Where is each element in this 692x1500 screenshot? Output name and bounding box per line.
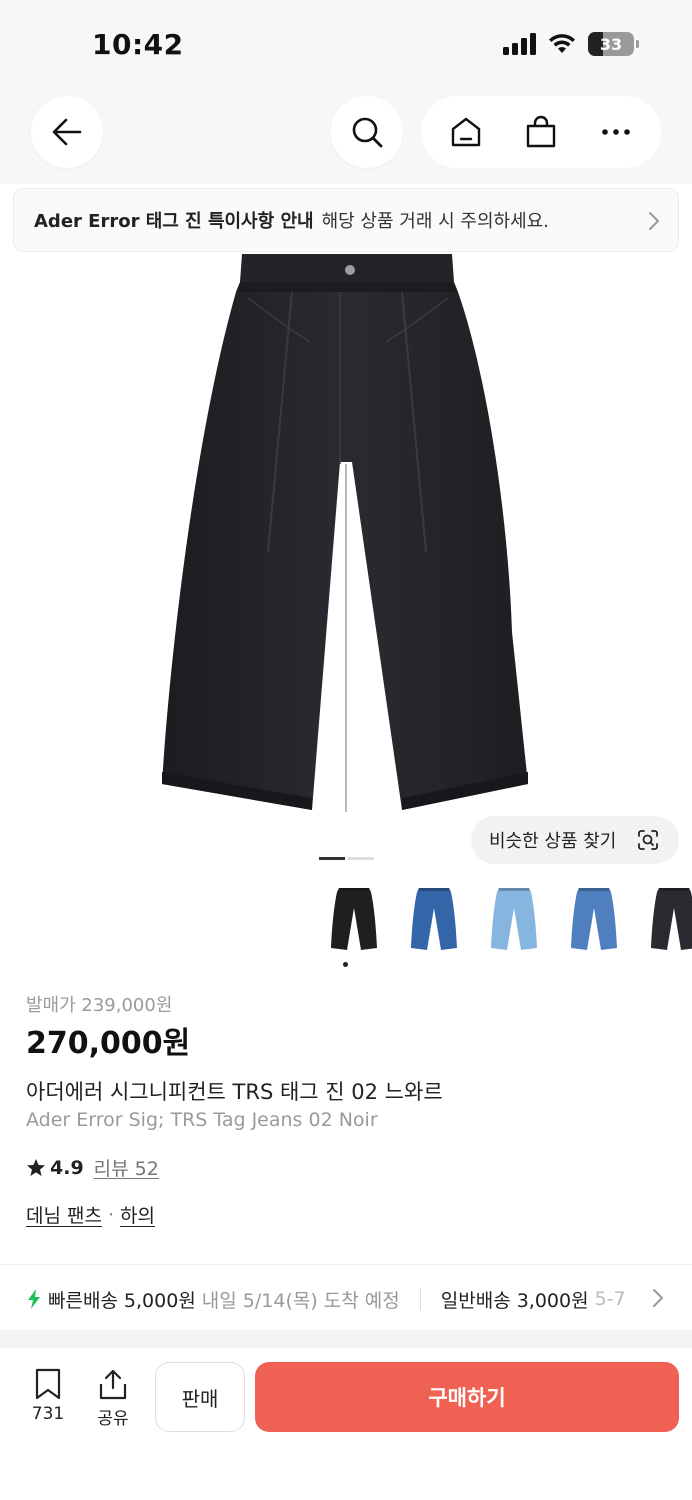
fast-shipping-price: 5,000원 [123,1289,196,1312]
page-indicator-inactive [348,857,374,860]
share-icon [99,1369,127,1400]
cellular-signal-icon [503,33,536,55]
variant-thumbnail-black-wash[interactable] [314,878,394,958]
normal-shipping-label: 일반배송 [440,1289,511,1312]
page-indicator-active [319,857,345,860]
product-photo-jeans [162,254,528,812]
normal-shipping-price: 3,000원 [516,1289,589,1312]
notice-text: 해당 상품 거래 시 주의하세요. [321,211,549,232]
chevron-right-icon [649,212,659,230]
star-icon [27,1158,45,1176]
search-icon [352,117,383,148]
more-horizontal-icon [601,129,630,135]
fast-shipping-label: 빠른배송 [48,1289,118,1312]
jeans-thumbnail-icon [411,888,457,950]
jeans-thumbnail-icon [651,888,692,950]
variant-thumbnail-medium-blue[interactable] [554,878,634,958]
color-variant-thumbnails [314,878,692,958]
product-title-english: Ader Error Sig; TRS Tag Jeans 02 Noir [26,1109,378,1131]
release-price: 발매가 239,000원 [26,995,173,1016]
more-button[interactable] [586,102,646,162]
category-separator: · [107,1203,115,1226]
subcategory-link[interactable]: 하의 [120,1201,155,1228]
jeans-thumbnail-icon [571,888,617,950]
page-indicator [319,857,374,860]
rating-row: 4.9 리뷰 52 [26,1154,159,1181]
status-bar: 10:42 33 [0,0,692,92]
back-button[interactable] [31,96,103,168]
bookmark-icon [35,1368,61,1400]
chevron-right-icon [652,1288,664,1308]
find-similar-button[interactable]: 비슷한 상품 찾기 [471,816,679,864]
bottom-action-bar: 731 공유 판매 구매하기 [0,1348,692,1500]
shipping-separator [419,1288,421,1310]
variant-thumbnail-light-blue[interactable] [474,878,554,958]
selected-thumbnail-dot [343,962,348,967]
category-link[interactable]: 데님 팬츠 [26,1201,102,1228]
product-notice-banner[interactable]: Ader Error 태그 진 특이사항 안내 해당 상품 거래 시 주의하세요… [13,188,679,252]
variant-thumbnail-black-faded[interactable] [634,878,692,958]
share-label: 공유 [97,1409,129,1429]
shopping-bag-icon [526,115,556,148]
current-price: 270,000원 [26,1026,191,1061]
sell-button[interactable]: 판매 [155,1362,245,1432]
lightning-icon [28,1289,40,1309]
buy-button[interactable]: 구매하기 [255,1362,679,1432]
wifi-icon [549,34,575,53]
product-title-korean: 아더에러 시그니피컨트 TRS 태그 진 02 느와르 [26,1080,443,1104]
section-spacer [0,1330,692,1348]
rating-value: 4.9 [50,1156,84,1179]
battery-icon: 33 [588,32,639,56]
nav-actions-group [421,96,661,168]
product-image-carousel[interactable] [0,252,692,872]
notice-title: Ader Error 태그 진 특이사항 안내 [34,211,314,232]
section-divider [0,1264,692,1265]
review-link[interactable]: 리뷰 52 [94,1154,159,1181]
bookmark-button[interactable]: 731 [22,1368,74,1430]
bookmark-count: 731 [31,1404,65,1424]
normal-shipping-eta: 5-7 [594,1288,626,1310]
fast-shipping-eta: 내일 5/14(목) 도착 예정 [201,1289,400,1312]
top-navigation [0,92,692,184]
find-similar-label: 비슷한 상품 찾기 [489,831,617,852]
home-button[interactable] [436,102,496,162]
jeans-thumbnail-icon [491,888,537,950]
shopping-bag-button[interactable] [511,102,571,162]
variant-thumbnail-mid-blue[interactable] [394,878,474,958]
search-button[interactable] [331,96,403,168]
battery-level: 33 [599,34,623,54]
home-icon [452,117,481,147]
share-button[interactable]: 공유 [88,1368,138,1430]
visual-search-icon [638,830,658,850]
arrow-left-icon [52,118,82,146]
jeans-thumbnail-icon [331,888,377,950]
shipping-options[interactable]: 빠른배송 5,000원 내일 5/14(목) 도착 예정 일반배송 3,000원… [26,1284,692,1314]
category-breadcrumb: 데님 팬츠 · 하의 [26,1201,155,1228]
status-icons: 33 [503,32,639,56]
status-time: 10:42 [92,28,184,61]
